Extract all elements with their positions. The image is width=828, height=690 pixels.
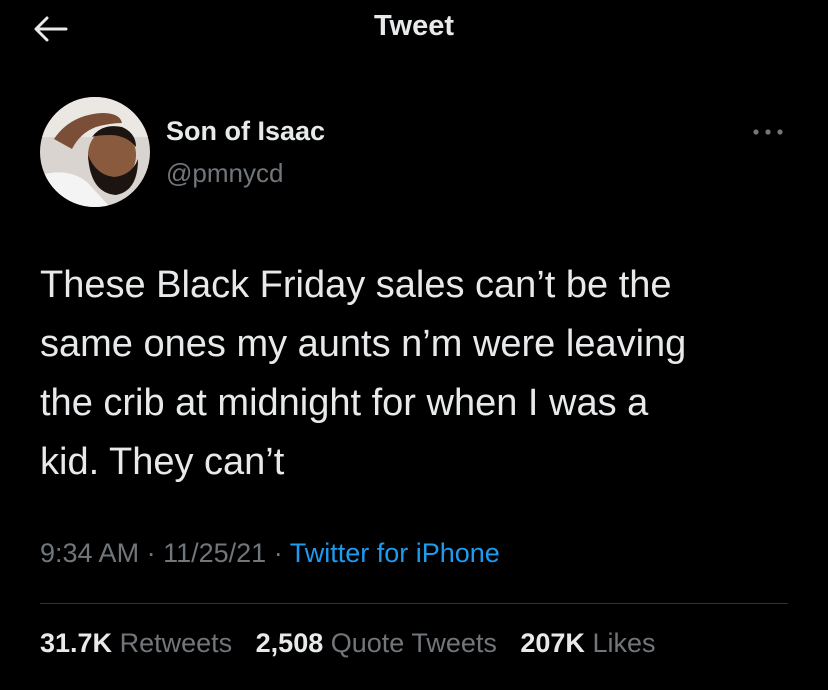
- page-title: Tweet: [373, 10, 455, 42]
- quote-tweets-stat[interactable]: 2,508 Quote Tweets: [256, 628, 497, 659]
- meta-separator: ·: [273, 538, 283, 568]
- tweet-time: 9:34 AM: [40, 538, 140, 568]
- retweets-stat[interactable]: 31.7K Retweets: [40, 628, 232, 659]
- likes-label: Likes: [592, 628, 656, 658]
- tweet-source-link[interactable]: Twitter for iPhone: [290, 538, 500, 568]
- tweet-date: 11/25/21: [163, 538, 267, 568]
- retweets-count: 31.7K: [40, 628, 113, 658]
- retweets-label: Retweets: [119, 628, 233, 658]
- author-display-name[interactable]: Son of Isaac: [166, 116, 325, 147]
- profile-photo-avatar: [40, 97, 150, 207]
- quote-tweets-label: Quote Tweets: [330, 628, 497, 658]
- avatar[interactable]: [40, 97, 150, 207]
- more-dots-icon: [753, 129, 783, 135]
- tweet-metadata: 9:34 AM · 11/25/21 · Twitter for iPhone: [40, 538, 500, 569]
- author-handle[interactable]: @pmnycd: [166, 158, 283, 189]
- likes-count: 207K: [520, 628, 585, 658]
- top-bar: Tweet: [0, 0, 828, 58]
- engagement-stats: 31.7K Retweets 2,508 Quote Tweets 207K L…: [40, 628, 671, 659]
- tweet-text: These Black Friday sales can’t be the sa…: [40, 264, 687, 483]
- divider: [40, 603, 788, 604]
- likes-stat[interactable]: 207K Likes: [520, 628, 655, 659]
- quote-tweets-count: 2,508: [255, 628, 324, 658]
- meta-separator: ·: [146, 538, 156, 568]
- more-options-button[interactable]: [748, 118, 788, 146]
